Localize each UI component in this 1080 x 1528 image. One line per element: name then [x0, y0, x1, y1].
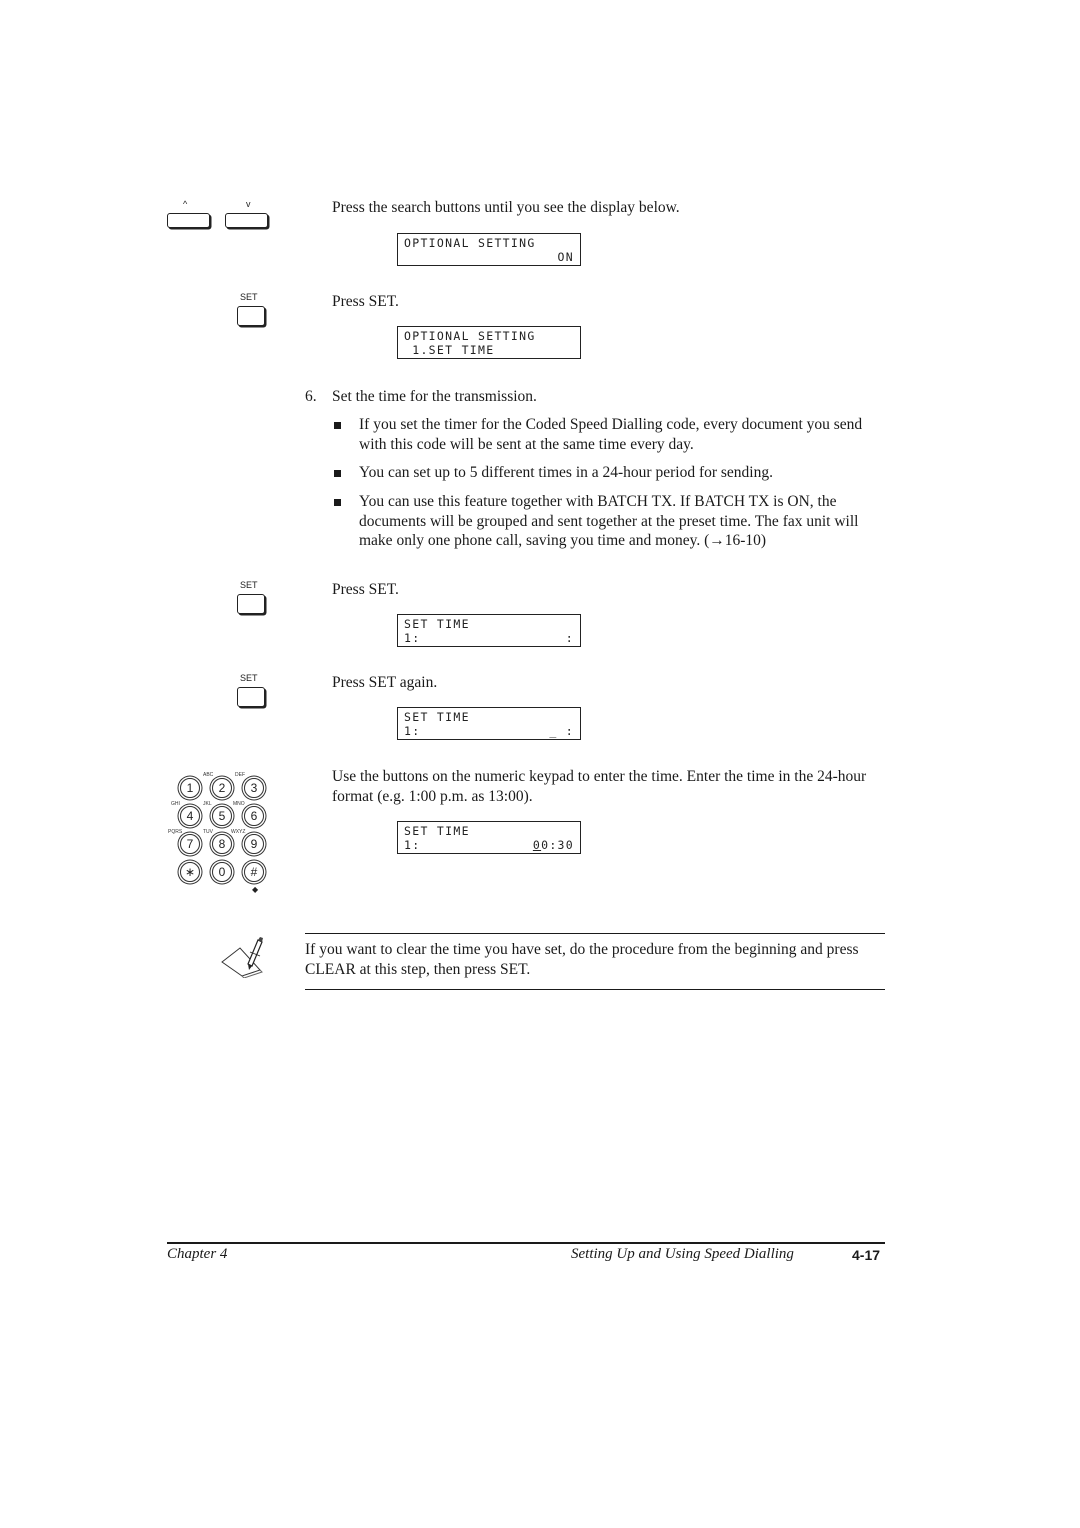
note-bottom-rule [305, 989, 885, 990]
bullet-text: You can set up to 5 different times in a… [359, 464, 773, 481]
keypad-letters: WXYZ [231, 829, 246, 835]
keypad-2[interactable]: 2 [212, 778, 232, 798]
search-up-button[interactable] [167, 213, 210, 228]
set-button[interactable] [237, 306, 265, 326]
lcd-display-optional-on: OPTIONAL SETTING ON [397, 233, 581, 266]
keypad-1[interactable]: 1 [180, 778, 200, 798]
lcd-display-settime-blank: SET TIME 1:: [397, 614, 581, 647]
footer-section: Setting Up and Using Speed Dialling [571, 1246, 794, 1262]
search-down-button[interactable] [225, 213, 268, 228]
pencil-note-icon [221, 937, 263, 978]
lcd-line2-value: ON [557, 250, 574, 264]
keypad-instruction: Use the buttons on the numeric keypad to… [332, 768, 867, 805]
set-key-label: SET [240, 292, 258, 302]
keypad-letters: DEF [235, 772, 245, 778]
keypad-7[interactable]: 7 [180, 834, 200, 854]
note-top-rule [305, 933, 885, 934]
bullet-text: You can use this feature together with B… [359, 493, 859, 549]
set-button[interactable] [237, 594, 265, 614]
footer-page-number: 4-17 [852, 1247, 881, 1263]
set-instruction-3: Press SET again. [332, 674, 438, 691]
step-title: Set the time for the transmission. [332, 388, 537, 405]
numeric-keypad: 1 2 3 4 5 6 7 8 9 ∗ 0 # ABC DEF GHI JKL … [168, 772, 268, 894]
keypad-9[interactable]: 9 [244, 834, 264, 854]
keypad-star[interactable]: ∗ [180, 862, 200, 882]
lcd-display-optional-settime: OPTIONAL SETTING 1.SET TIME [397, 326, 581, 359]
keypad-3[interactable]: 3 [244, 778, 264, 798]
keypad-hash[interactable]: # [244, 862, 264, 882]
keypad-6[interactable]: 6 [244, 806, 264, 826]
lcd-display-settime-cursor: SET TIME 1: _ : [397, 707, 581, 740]
lcd-display-settime-value: SET TIME 1: 00:30 [397, 821, 581, 854]
keypad-letters: GHI [171, 801, 180, 807]
keypad-letters: JKL [203, 801, 212, 807]
keypad-letters: MNO [233, 801, 245, 807]
keypad-0[interactable]: 0 [212, 862, 232, 882]
search-instruction: Press the search buttons until you see t… [332, 199, 680, 216]
keypad-letters: ABC [203, 772, 214, 778]
keypad-letters: PQRS [168, 829, 183, 835]
note-text: If you want to clear the time you have s… [305, 941, 859, 978]
bullet-icon [334, 499, 341, 506]
bullet-icon [334, 470, 341, 477]
footer-rule [167, 1242, 885, 1244]
lcd-cursor-digit: 0 [532, 838, 542, 852]
down-key-label: v [246, 199, 251, 209]
keypad-4[interactable]: 4 [180, 806, 200, 826]
set-button[interactable] [237, 687, 265, 707]
keypad-5[interactable]: 5 [212, 806, 232, 826]
step-number: 6. [305, 388, 317, 405]
set-instruction-1: Press SET. [332, 293, 399, 310]
set-instruction-2: Press SET. [332, 581, 399, 598]
keypad-8[interactable]: 8 [212, 834, 232, 854]
footer-chapter: Chapter 4 [167, 1246, 228, 1262]
up-key-label: ^ [183, 199, 188, 209]
set-key-label: SET [240, 580, 258, 590]
diamond-icon: ◆ [252, 885, 259, 894]
bullet-icon [334, 422, 341, 429]
keypad-letters: TUV [203, 829, 213, 835]
lcd-line1: OPTIONAL SETTING [404, 236, 536, 250]
bullet-text: If you set the timer for the Coded Speed… [359, 416, 863, 453]
set-key-label: SET [240, 673, 258, 683]
